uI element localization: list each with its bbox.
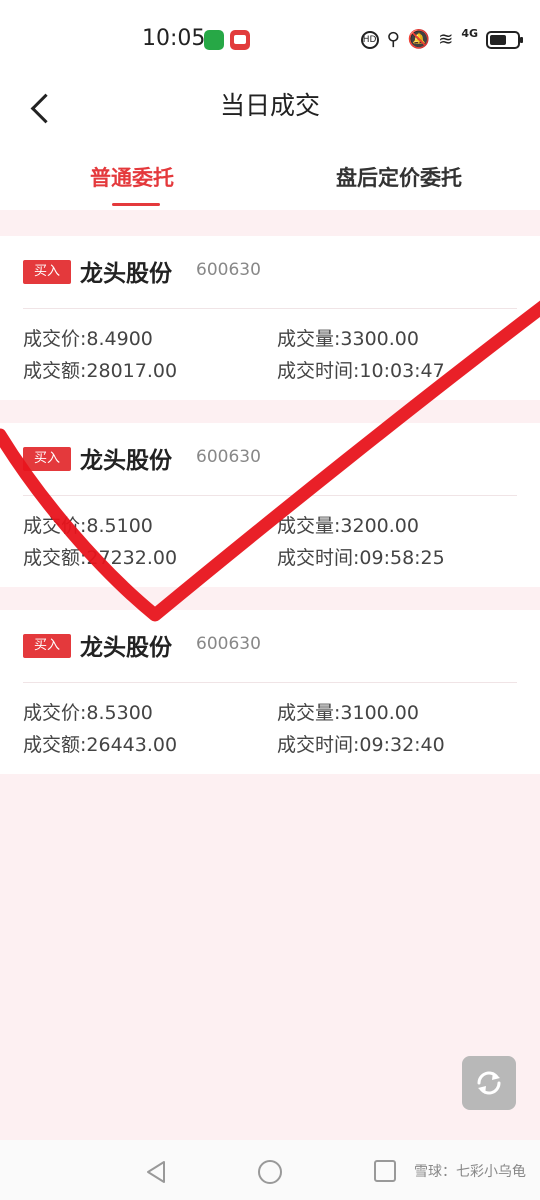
stock-name: 龙头股份 [80, 448, 172, 474]
app-notification-icon [204, 30, 224, 50]
divider [23, 308, 517, 309]
trade-card[interactable]: 买入 龙头股份 600630 成交价:8.5100 成交量:3200.00 成交… [0, 423, 540, 587]
trade-time: 成交时间:09:32:40 [277, 734, 445, 756]
page-title: 当日成交 [219, 91, 320, 120]
divider [23, 682, 517, 683]
nav-back-icon[interactable] [145, 1160, 167, 1184]
divider [23, 495, 517, 496]
trade-price: 成交价:8.5100 [23, 515, 153, 537]
trade-time: 成交时间:10:03:47 [277, 360, 445, 382]
location-icon: ⚲ [386, 29, 400, 50]
trade-card[interactable]: 买入 龙头股份 600630 成交价:8.4900 成交量:3300.00 成交… [0, 236, 540, 400]
buy-badge: 买入 [23, 447, 71, 471]
hd-call-icon: HD [360, 31, 379, 49]
battery-icon [486, 31, 523, 49]
trade-price: 成交价:8.4900 [23, 328, 153, 350]
watermark: 雪球：七彩小乌龟 [414, 1164, 526, 1180]
status-time: 10:05 [142, 26, 206, 51]
mute-icon: 🔕 [407, 29, 431, 50]
stock-name: 龙头股份 [80, 635, 172, 661]
tab-active-indicator [112, 203, 160, 206]
trade-volume: 成交量:3300.00 [277, 328, 419, 350]
trade-time: 成交时间:09:58:25 [277, 547, 445, 569]
refresh-icon [477, 1071, 501, 1095]
trade-amount: 成交额:28017.00 [23, 360, 178, 382]
trade-amount: 成交额:27232.00 [23, 547, 178, 569]
stock-code: 600630 [196, 260, 261, 280]
tab-after-hours-orders[interactable]: 盘后定价委托 [336, 162, 462, 192]
message-notification-icon [230, 30, 250, 50]
refresh-button[interactable] [462, 1056, 516, 1110]
network-icon: 4G [461, 27, 478, 40]
trade-card[interactable]: 买入 龙头股份 600630 成交价:8.5300 成交量:3100.00 成交… [0, 610, 540, 774]
system-nav-bar: 雪球：七彩小乌龟 [0, 1140, 540, 1200]
status-bar: 10:05 HD ⚲ 🔕 ≋ 4G [0, 0, 540, 80]
stock-name: 龙头股份 [80, 261, 172, 287]
tab-normal-orders[interactable]: 普通委托 [90, 162, 174, 192]
header: 当日成交 普通委托 盘后定价委托 [0, 80, 540, 210]
wifi-icon: ≋ [438, 29, 454, 50]
nav-home-icon[interactable] [258, 1160, 282, 1184]
buy-badge: 买入 [23, 260, 71, 284]
stock-code: 600630 [196, 634, 261, 654]
trade-price: 成交价:8.5300 [23, 702, 153, 724]
buy-badge: 买入 [23, 634, 71, 658]
trade-volume: 成交量:3200.00 [277, 515, 419, 537]
stock-code: 600630 [196, 447, 261, 467]
trade-amount: 成交额:26443.00 [23, 734, 178, 756]
status-icons: HD ⚲ 🔕 ≋ 4G [360, 27, 523, 52]
trade-volume: 成交量:3100.00 [277, 702, 419, 724]
nav-recent-apps-icon[interactable] [374, 1160, 396, 1182]
